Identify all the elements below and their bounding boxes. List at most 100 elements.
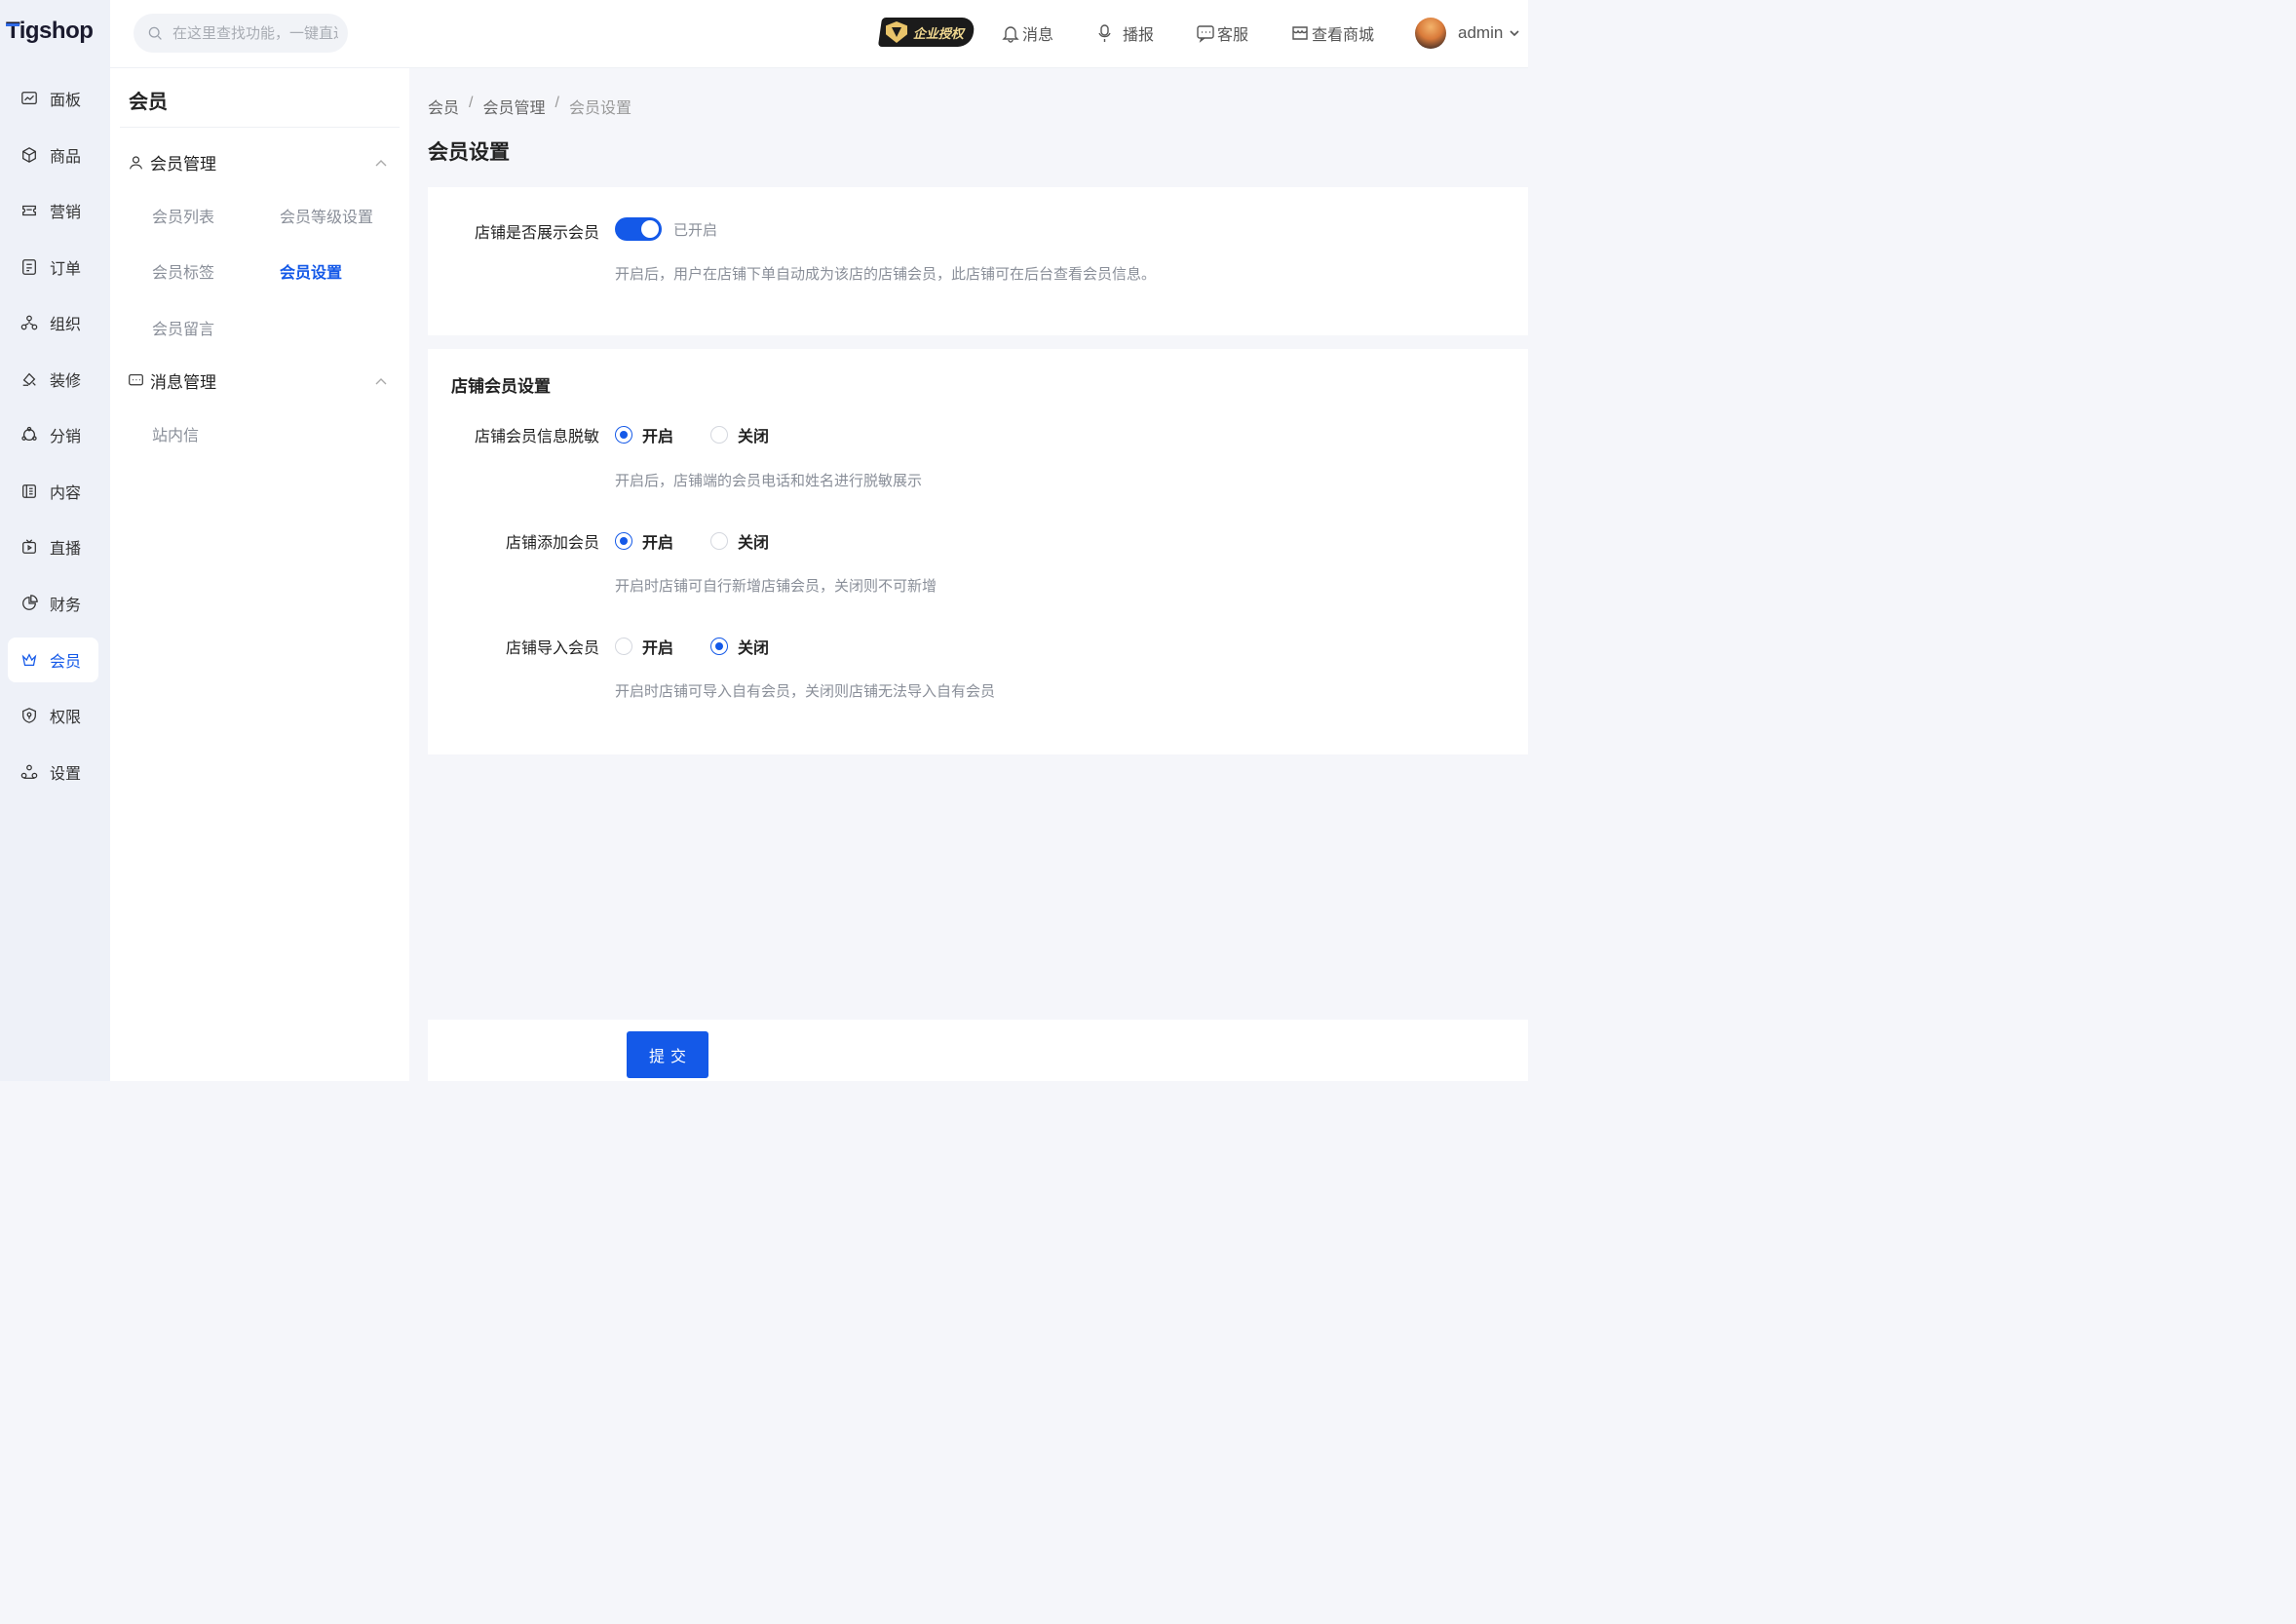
message-icon: [129, 373, 143, 386]
radio-label: 开启: [642, 640, 674, 657]
rail-item-decorate[interactable]: 装修: [8, 357, 98, 402]
radio-dot: [710, 532, 728, 550]
license-shield-icon: [886, 21, 907, 43]
logo-accent-bar: [6, 23, 19, 26]
rail-item-orders[interactable]: 订单: [8, 245, 98, 290]
breadcrumb-separator: /: [469, 95, 474, 111]
section-title: 店铺会员设置: [451, 377, 551, 396]
rail-label: 订单: [50, 261, 82, 278]
rail-item-org[interactable]: 组织: [8, 300, 98, 345]
rail-item-content[interactable]: 内容: [8, 469, 98, 514]
import-member-label: 店铺导入会员: [505, 640, 599, 657]
import-member-off-radio[interactable]: 关闭: [710, 635, 769, 658]
sublink-member-list[interactable]: 会员列表: [152, 204, 214, 227]
rail-item-member[interactable]: 会员: [8, 638, 98, 682]
content-icon: [19, 482, 39, 501]
group-label: 会员管理: [150, 155, 216, 174]
customer-service-link[interactable]: 客服: [1196, 21, 1248, 45]
radio-dot: [710, 426, 728, 444]
sublink-member-level[interactable]: 会员等级设置: [280, 204, 373, 227]
rail-item-dashboard[interactable]: 面板: [8, 76, 98, 121]
paint-icon: [19, 369, 39, 389]
show-member-card: 店铺是否展示会员 已开启 开启后，用户在店铺下单自动成为该店的店铺会员，此店铺可…: [428, 187, 1528, 335]
org-icon: [19, 313, 39, 332]
sublink-member-tags[interactable]: 会员标签: [152, 259, 214, 283]
radio-dot: [710, 638, 728, 655]
desensitize-off-radio[interactable]: 关闭: [710, 423, 769, 446]
avatar[interactable]: [1415, 18, 1446, 49]
rail-item-marketing[interactable]: 营销: [8, 188, 98, 233]
subnav-title: 会员: [129, 92, 168, 113]
dashboard-icon: [19, 89, 39, 108]
breadcrumb-item[interactable]: 会员: [428, 95, 459, 118]
breadcrumb-item[interactable]: 会员管理: [482, 95, 545, 118]
ticket-icon: [19, 201, 39, 220]
page-title: 会员设置: [428, 141, 510, 164]
group-message-management[interactable]: 消息管理: [128, 368, 400, 393]
rail-label: 分销: [50, 429, 82, 445]
rail-item-distribution[interactable]: 分销: [8, 412, 98, 457]
sublink-inbox[interactable]: 站内信: [152, 422, 199, 445]
broadcast-label: 播报: [1123, 27, 1155, 44]
rail-label: 会员: [50, 654, 82, 671]
radio-dot: [615, 638, 632, 655]
radio-label: 关闭: [738, 535, 770, 552]
import-member-hint: 开启时店铺可导入自有会员，关闭则店铺无法导入自有会员: [615, 683, 996, 700]
sublink-member-messages[interactable]: 会员留言: [152, 316, 214, 339]
submit-bar: 提交: [428, 1020, 1528, 1081]
crown-icon: [19, 650, 39, 670]
group-member-management[interactable]: 会员管理: [128, 150, 400, 174]
store-icon: [1292, 26, 1308, 40]
desensitize-on-radio[interactable]: 开启: [615, 423, 673, 446]
radio-label: 关闭: [738, 640, 770, 657]
radio-dot: [615, 426, 632, 444]
chat-icon: [1197, 25, 1214, 43]
group-label: 消息管理: [150, 373, 216, 392]
box-icon: [19, 145, 39, 165]
divider: [120, 127, 400, 128]
messages-link[interactable]: 消息: [1001, 21, 1053, 45]
main-content: 会员 / 会员管理 / 会员设置 会员设置 店铺是否展示会员 已开启 开启后，用…: [409, 68, 1528, 1081]
user-menu[interactable]: admin: [1458, 23, 1520, 43]
main-nav-rail: Tigshop 面板 商品 营销 订单 组织 装修 分销 内容 直播 财务 会员…: [0, 0, 110, 1081]
breadcrumb-separator: /: [555, 95, 559, 111]
store-member-settings-card: 店铺会员设置 店铺会员信息脱敏 开启 关闭 开启后，店铺端的会员电话和姓名进行脱…: [428, 349, 1528, 754]
badge-text: 企业授权: [913, 25, 965, 41]
rail-item-settings[interactable]: 设置: [8, 750, 98, 794]
radio-label: 开启: [642, 429, 674, 445]
view-mall-label: 查看商城: [1312, 27, 1375, 44]
show-member-switch[interactable]: [615, 217, 662, 241]
rail-label: 商品: [50, 149, 82, 166]
rail-label: 装修: [50, 373, 82, 390]
submit-button[interactable]: 提交: [627, 1031, 708, 1078]
rail-label: 财务: [50, 598, 82, 614]
chevron-up-icon: [374, 156, 388, 170]
add-member-off-radio[interactable]: 关闭: [710, 529, 769, 553]
rail-item-goods[interactable]: 商品: [8, 133, 98, 177]
rail-label: 面板: [50, 93, 82, 109]
user-icon: [129, 156, 143, 170]
user-name: admin: [1458, 23, 1504, 42]
search-input[interactable]: [172, 24, 338, 42]
messages-label: 消息: [1022, 27, 1054, 44]
rail-item-live[interactable]: 直播: [8, 524, 98, 569]
rail-item-permission[interactable]: 权限: [8, 693, 98, 738]
enterprise-license-badge[interactable]: 企业授权: [877, 18, 976, 47]
service-label: 客服: [1217, 27, 1249, 44]
sublink-member-settings[interactable]: 会员设置: [280, 259, 342, 283]
shield-icon: [19, 706, 39, 725]
view-mall-link[interactable]: 查看商城: [1290, 21, 1374, 45]
radio-label: 关闭: [738, 429, 770, 445]
import-member-on-radio[interactable]: 开启: [615, 635, 673, 658]
search-box[interactable]: [134, 14, 348, 53]
add-member-on-radio[interactable]: 开启: [615, 529, 673, 553]
add-member-hint: 开启时店铺可自行新增店铺会员，关闭则不可新增: [615, 578, 938, 595]
radio-dot: [615, 532, 632, 550]
broadcast-link[interactable]: 播报: [1095, 21, 1154, 45]
top-bar: 企业授权 消息 播报 客服 查看商城 admin: [110, 0, 1528, 68]
bell-icon: [1002, 26, 1019, 43]
rail-label: 直播: [50, 541, 82, 558]
rail-item-finance[interactable]: 财务: [8, 581, 98, 626]
app-logo[interactable]: Tigshop: [6, 18, 94, 45]
share-icon: [19, 425, 39, 445]
